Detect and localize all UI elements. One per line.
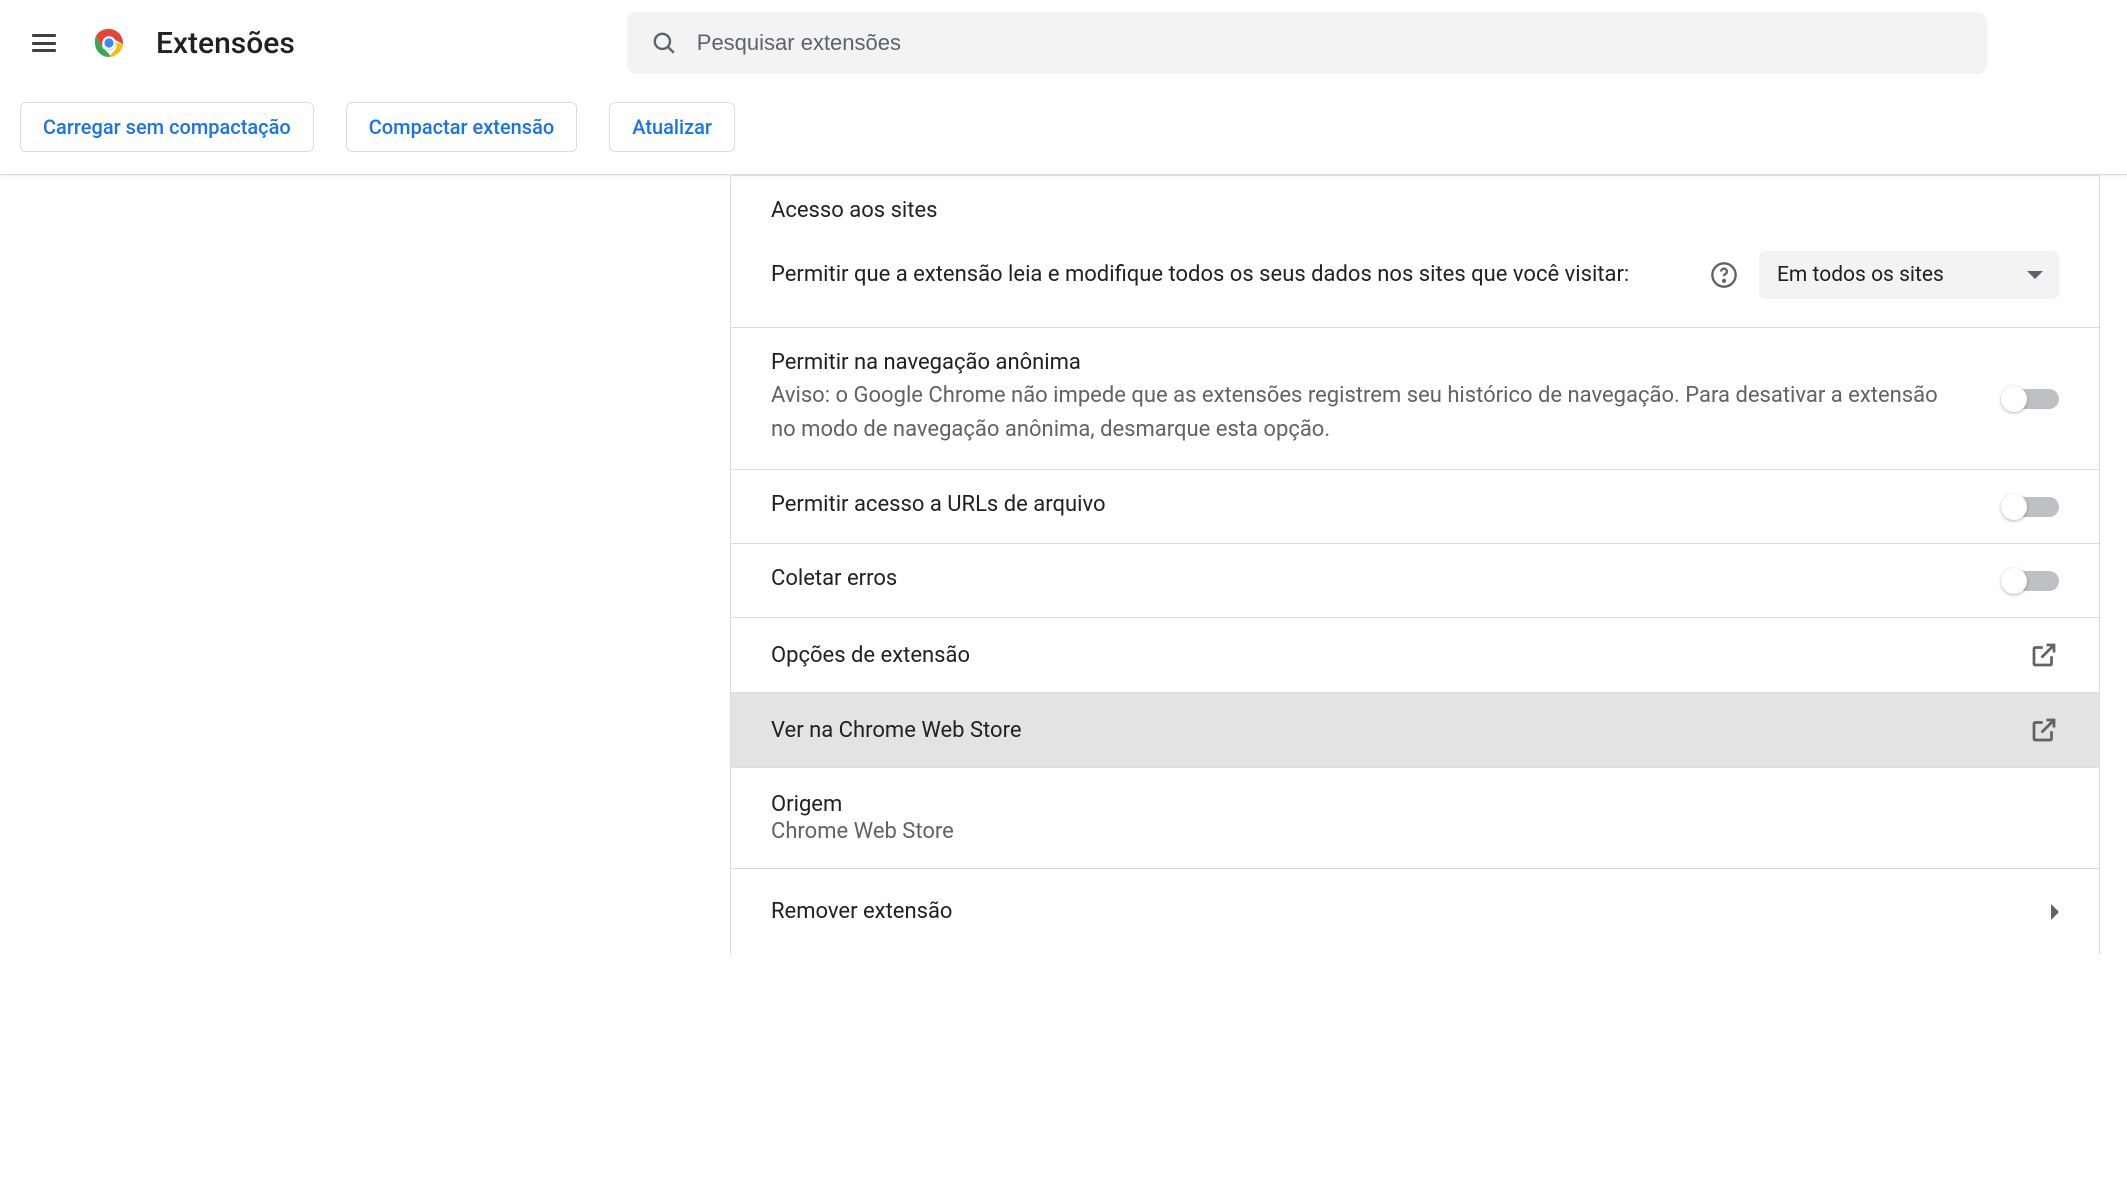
web-store-label: Ver na Chrome Web Store [771,718,1022,743]
extension-detail-panel: Acesso aos sites Permitir que a extensão… [730,175,2100,954]
site-access-section: Acesso aos sites Permitir que a extensão… [731,175,2099,327]
collect-errors-row: Coletar erros [731,543,2099,617]
origin-value: Chrome Web Store [771,819,2059,844]
search-icon [651,30,677,56]
site-access-heading: Acesso aos sites [771,198,2059,223]
collect-errors-toggle[interactable] [2003,571,2059,591]
hamburger-icon [32,34,56,52]
load-unpacked-button[interactable]: Carregar sem compactação [20,102,314,152]
open-in-new-icon [2029,715,2059,745]
extension-options-label: Opções de extensão [771,643,970,668]
incognito-warning: Aviso: o Google Chrome não impede que as… [771,379,1963,447]
page-title: Extensões [156,26,295,61]
file-urls-toggle[interactable] [2003,497,2059,517]
help-icon[interactable] [1703,254,1745,296]
collect-errors-title: Coletar erros [771,566,1963,591]
chevron-down-icon [2027,271,2043,279]
remove-extension-row[interactable]: Remover extensão [731,868,2099,954]
incognito-title: Permitir na navegação anônima [771,350,1963,375]
site-access-description: Permitir que a extensão leia e modifique… [771,258,1689,292]
search-input[interactable] [697,30,1963,56]
origin-title: Origem [771,792,2059,817]
file-urls-row: Permitir acesso a URLs de arquivo [731,469,2099,543]
chevron-right-icon [2051,904,2059,920]
site-access-dropdown[interactable]: Em todos os sites [1759,251,2059,299]
origin-row: Origem Chrome Web Store [731,767,2099,868]
open-in-new-icon [2029,640,2059,670]
incognito-toggle[interactable] [2003,389,2059,409]
extension-options-row[interactable]: Opções de extensão [731,617,2099,692]
view-in-web-store-row[interactable]: Ver na Chrome Web Store [731,692,2099,767]
menu-button[interactable] [20,19,68,67]
chrome-logo-icon [88,22,130,64]
pack-extension-button[interactable]: Compactar extensão [346,102,577,152]
incognito-row: Permitir na navegação anônima Aviso: o G… [731,327,2099,469]
action-toolbar: Carregar sem compactação Compactar exten… [0,86,2127,175]
file-urls-title: Permitir acesso a URLs de arquivo [771,492,1963,517]
remove-extension-label: Remover extensão [771,899,952,924]
app-header: Extensões [0,0,2127,86]
search-box[interactable] [627,12,1987,74]
update-button[interactable]: Atualizar [609,102,735,152]
dropdown-selected-label: Em todos os sites [1777,263,1944,287]
